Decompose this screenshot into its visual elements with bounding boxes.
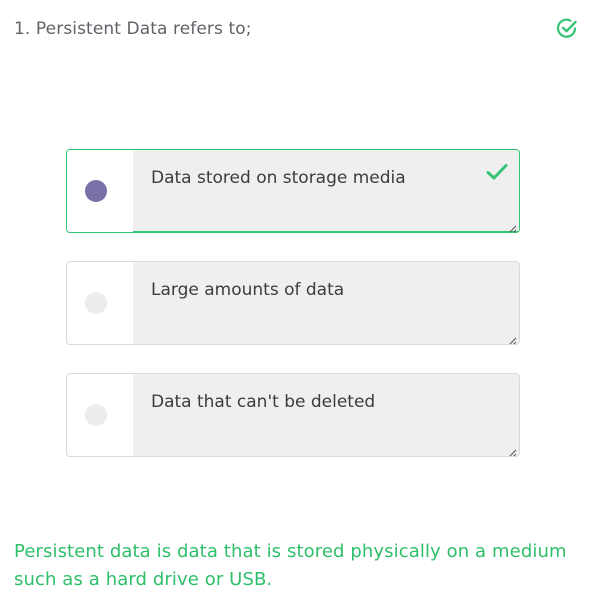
answer-label: Data stored on storage media xyxy=(151,168,406,188)
radio-cell[interactable] xyxy=(67,262,133,344)
resize-grip-icon[interactable] xyxy=(507,220,517,232)
question-header: 1. Persistent Data refers to; xyxy=(14,18,585,42)
question-text: 1. Persistent Data refers to; xyxy=(14,19,252,39)
resize-grip-icon[interactable] xyxy=(507,332,517,344)
radio-button-selected[interactable] xyxy=(85,180,107,202)
radio-cell[interactable] xyxy=(67,150,133,232)
answer-label: Large amounts of data xyxy=(151,280,345,300)
answer-text-area[interactable]: Large amounts of data xyxy=(133,262,519,344)
radio-button[interactable] xyxy=(85,404,107,426)
radio-cell[interactable] xyxy=(67,374,133,456)
answer-text-area[interactable]: Data that can't be deleted xyxy=(133,374,519,456)
radio-button[interactable] xyxy=(85,292,107,314)
answer-explanation: Persistent data is data that is stored p… xyxy=(14,541,567,590)
check-circle-icon xyxy=(555,16,579,40)
answer-label: Data that can't be deleted xyxy=(151,392,376,412)
resize-grip-icon[interactable] xyxy=(507,444,517,456)
checkmark-icon xyxy=(485,160,509,184)
answer-text-area[interactable]: Data stored on storage media xyxy=(133,150,519,232)
answer-option-1[interactable]: Data stored on storage media xyxy=(66,149,520,233)
answer-option-3[interactable]: Data that can't be deleted xyxy=(66,373,520,457)
answer-option-2[interactable]: Large amounts of data xyxy=(66,261,520,345)
